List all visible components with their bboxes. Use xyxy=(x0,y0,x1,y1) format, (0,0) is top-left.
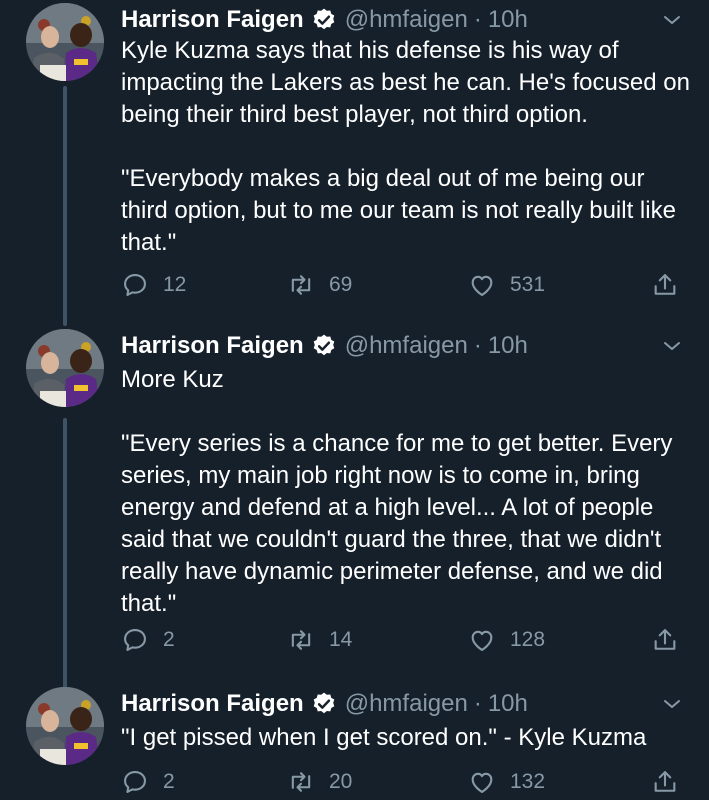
tweet-header: Harrison Faigen @hmfaigen · 10h xyxy=(121,3,528,37)
retweet-button[interactable]: 20 xyxy=(287,765,352,799)
author-name[interactable]: Harrison Faigen xyxy=(121,332,304,360)
heart-icon xyxy=(468,768,496,796)
author-name[interactable]: Harrison Faigen xyxy=(121,690,304,718)
separator-dot: · xyxy=(473,6,482,33)
chevron-down-icon[interactable] xyxy=(660,692,684,716)
share-button[interactable] xyxy=(651,623,679,657)
like-count: 531 xyxy=(510,273,546,296)
tweet-header: Harrison Faigen @hmfaigen · 10h xyxy=(121,687,528,721)
tweet[interactable]: Harrison Faigen @hmfaigen · 10h "I get p… xyxy=(0,684,709,800)
like-count: 132 xyxy=(510,770,546,793)
reply-count: 12 xyxy=(163,273,187,296)
avatar-image xyxy=(26,3,104,81)
share-upload-icon xyxy=(651,626,679,654)
like-button[interactable]: 531 xyxy=(468,268,545,302)
chevron-down-icon[interactable] xyxy=(660,334,684,358)
separator-dot: · xyxy=(473,690,482,717)
like-button[interactable]: 128 xyxy=(468,623,545,657)
share-button[interactable] xyxy=(651,268,679,302)
avatar-image xyxy=(26,329,104,407)
retweet-count: 69 xyxy=(329,273,353,296)
tweet-text: "I get pissed when I get scored on." - K… xyxy=(121,724,647,751)
thread-line xyxy=(63,86,67,326)
retweet-arrows-icon xyxy=(287,768,315,796)
avatar[interactable] xyxy=(26,687,104,765)
like-count: 128 xyxy=(510,628,546,651)
author-handle[interactable]: @hmfaigen xyxy=(345,6,468,34)
retweet-count: 20 xyxy=(329,770,353,793)
author-handle[interactable]: @hmfaigen xyxy=(345,332,468,360)
speech-bubble-icon xyxy=(121,271,149,299)
speech-bubble-icon xyxy=(121,626,149,654)
avatar[interactable] xyxy=(26,3,104,81)
verified-badge-icon xyxy=(311,333,337,359)
tweet[interactable]: Harrison Faigen @hmfaigen · 10h More Kuz… xyxy=(0,326,709,688)
timestamp[interactable]: 10h xyxy=(488,332,528,360)
separator-dot: · xyxy=(473,332,482,359)
verified-badge-icon xyxy=(311,7,337,33)
speech-bubble-icon xyxy=(121,768,149,796)
share-upload-icon xyxy=(651,271,679,299)
reply-button[interactable]: 12 xyxy=(121,268,186,302)
tweet[interactable]: Harrison Faigen @hmfaigen · 10h Kyle Kuz… xyxy=(0,0,709,326)
tweet-actions: 2 20 132 xyxy=(121,765,691,799)
tweet-actions: 2 14 128 xyxy=(121,623,691,657)
timestamp[interactable]: 10h xyxy=(488,690,528,718)
author-handle[interactable]: @hmfaigen xyxy=(345,690,468,718)
tweet-actions: 12 69 531 xyxy=(121,268,691,302)
reply-count: 2 xyxy=(163,770,175,793)
heart-icon xyxy=(468,626,496,654)
reply-button[interactable]: 2 xyxy=(121,765,175,799)
retweet-count: 14 xyxy=(329,628,353,651)
share-upload-icon xyxy=(651,768,679,796)
tweet-text: Kyle Kuzma says that his defense is his … xyxy=(121,37,690,256)
retweet-button[interactable]: 14 xyxy=(287,623,352,657)
author-name[interactable]: Harrison Faigen xyxy=(121,6,304,34)
retweet-arrows-icon xyxy=(287,626,315,654)
chevron-down-icon[interactable] xyxy=(660,8,684,32)
share-button[interactable] xyxy=(651,765,679,799)
retweet-button[interactable]: 69 xyxy=(287,268,352,302)
timestamp[interactable]: 10h xyxy=(488,6,528,34)
reply-count: 2 xyxy=(163,628,175,651)
thread-line xyxy=(63,418,67,688)
avatar[interactable] xyxy=(26,329,104,407)
retweet-arrows-icon xyxy=(287,271,315,299)
tweet-header: Harrison Faigen @hmfaigen · 10h xyxy=(121,329,528,363)
heart-icon xyxy=(468,271,496,299)
reply-button[interactable]: 2 xyxy=(121,623,175,657)
tweet-text: More Kuz "Every series is a chance for m… xyxy=(121,366,673,617)
verified-badge-icon xyxy=(311,691,337,717)
like-button[interactable]: 132 xyxy=(468,765,545,799)
avatar-image xyxy=(26,687,104,765)
